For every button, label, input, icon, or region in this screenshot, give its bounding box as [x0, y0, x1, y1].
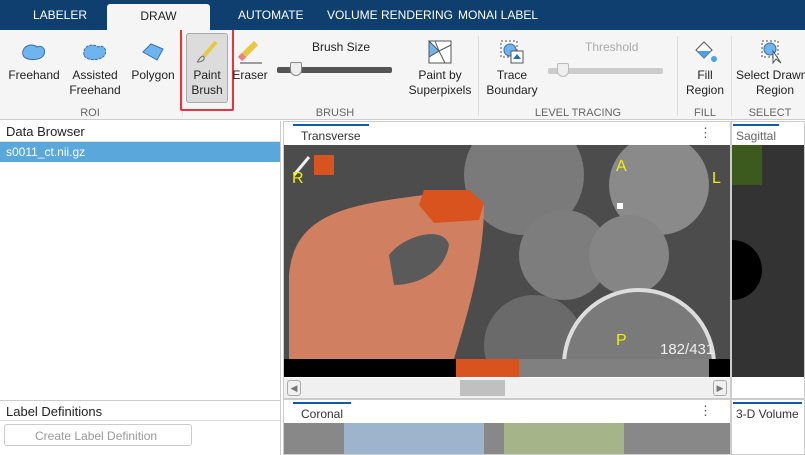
- divider: [677, 36, 678, 116]
- threshold-label: Threshold: [585, 40, 639, 54]
- fill-label-1: Fill: [697, 68, 713, 82]
- select-label-2: Region: [756, 83, 795, 97]
- threshold-thumb[interactable]: [557, 63, 569, 77]
- assisted-freehand-icon: [66, 36, 124, 68]
- orient-l: L: [712, 170, 721, 187]
- tab-monai-label[interactable]: MONAI LABEL: [458, 8, 538, 22]
- roi-group-label: ROI: [80, 107, 100, 119]
- assisted-label-2: Freehand: [69, 83, 121, 97]
- trace-label-1: Trace: [496, 68, 528, 82]
- transverse-view: Transverse ⋮ R A L P 182/431 ◀ ▶: [283, 121, 731, 399]
- fill-group-label: FILL: [693, 107, 716, 119]
- view-menu-icon[interactable]: ⋮: [699, 125, 712, 141]
- superpixels-label-2: Superpixels: [408, 83, 472, 97]
- polygon-label: Polygon: [131, 68, 175, 82]
- level-tracing-group-label: LEVEL TRACING: [534, 107, 622, 119]
- scroll-right-icon[interactable]: ▶: [713, 380, 727, 396]
- view-menu-icon[interactable]: ⋮: [699, 403, 712, 419]
- paint-label-2: Brush: [191, 83, 223, 97]
- trace-boundary-button[interactable]: Trace Boundary: [483, 36, 541, 98]
- select-region-icon: [736, 36, 805, 68]
- divider: [731, 36, 732, 116]
- fill-bucket-icon: [682, 36, 728, 68]
- volume-view: 3-D Volume: [731, 399, 805, 455]
- orient-r: R: [292, 170, 304, 187]
- scroll-left-icon[interactable]: ◀: [287, 380, 301, 396]
- scroll-thumb[interactable]: [460, 380, 505, 396]
- divider: [478, 36, 479, 116]
- label-colorbar: [284, 359, 730, 377]
- polygon-icon: [128, 36, 178, 68]
- tab-transverse[interactable]: Transverse: [293, 124, 369, 144]
- sagittal-view: Sagittal: [731, 121, 805, 399]
- label-color-swatch: [314, 155, 334, 175]
- paint-brush-icon: [187, 36, 227, 68]
- superpixels-icon: [405, 36, 475, 68]
- tab-labeler[interactable]: LABELER: [33, 8, 87, 22]
- freehand-icon: [6, 36, 62, 68]
- assisted-freehand-button[interactable]: Assisted Freehand: [66, 36, 124, 98]
- brush-size-label: Brush Size: [312, 40, 371, 54]
- paint-brush-button[interactable]: Paint Brush: [186, 33, 228, 103]
- select-group-label: SELECT: [748, 107, 792, 119]
- freehand-button[interactable]: Freehand: [6, 36, 62, 83]
- freehand-label: Freehand: [8, 68, 60, 82]
- left-panel: Data Browser s0011_ct.nii.gz Label Defin…: [0, 121, 281, 455]
- ct-image[interactable]: [284, 145, 730, 359]
- data-browser-header: Data Browser: [0, 121, 280, 142]
- paint-superpixels-button[interactable]: Paint by Superpixels: [405, 36, 475, 98]
- orient-a: A: [616, 158, 627, 175]
- orient-p: P: [616, 332, 627, 349]
- tab-coronal[interactable]: Coronal: [293, 402, 352, 422]
- select-label-1: Select Drawn: [736, 68, 805, 82]
- fill-region-button[interactable]: Fill Region: [682, 36, 728, 98]
- tab-volume-rendering[interactable]: VOLUME RENDERING: [327, 8, 453, 22]
- tab-draw[interactable]: DRAW: [107, 4, 210, 30]
- slice-number: 182/431: [660, 341, 715, 358]
- paint-label-1: Paint: [193, 68, 221, 82]
- select-drawn-region-button[interactable]: Select Drawn Region: [736, 36, 805, 98]
- superpixels-label-1: Paint by: [418, 68, 462, 82]
- app-tab-bar: LABELER DRAW AUTOMATE VOLUME RENDERING M…: [0, 0, 805, 30]
- tab-sagittal[interactable]: Sagittal: [733, 124, 780, 144]
- data-browser-item[interactable]: s0011_ct.nii.gz: [0, 142, 280, 162]
- create-label-definition-button[interactable]: Create Label Definition: [4, 424, 192, 446]
- horizontal-scrollbar[interactable]: ◀ ▶: [284, 378, 730, 398]
- brush-group-label: BRUSH: [315, 107, 355, 119]
- brush-size-thumb[interactable]: [290, 62, 302, 76]
- label-definitions-header: Label Definitions: [0, 400, 280, 421]
- assisted-label-1: Assisted: [72, 68, 118, 82]
- trace-boundary-icon: [483, 36, 541, 68]
- eraser-icon: [232, 36, 268, 68]
- toolstrip: Freehand Assisted Freehand Polygon ROI Pa…: [0, 30, 805, 120]
- eraser-label: Eraser: [232, 68, 268, 82]
- eraser-button[interactable]: Eraser: [232, 36, 268, 83]
- fill-label-2: Region: [685, 83, 725, 97]
- tab-3d-volume[interactable]: 3-D Volume: [733, 402, 802, 422]
- trace-label-2: Boundary: [486, 83, 538, 97]
- tab-automate[interactable]: AUTOMATE: [238, 8, 304, 22]
- polygon-button[interactable]: Polygon: [128, 36, 178, 83]
- coronal-view: Coronal ⋮: [283, 399, 731, 455]
